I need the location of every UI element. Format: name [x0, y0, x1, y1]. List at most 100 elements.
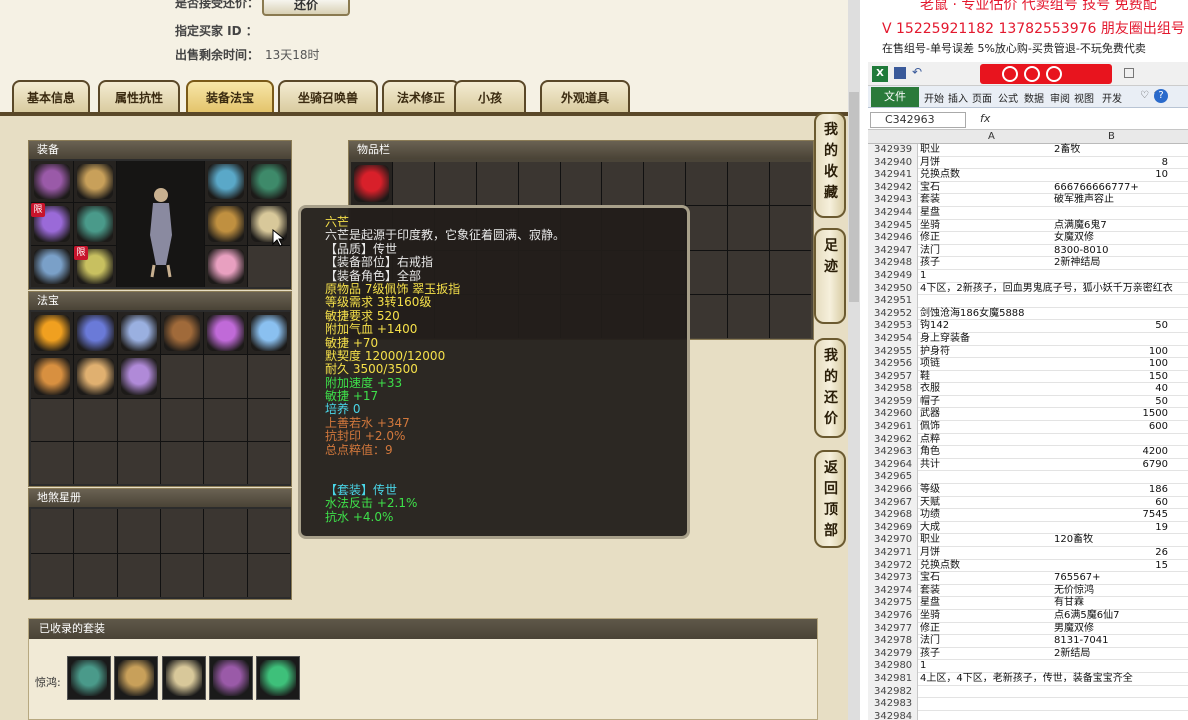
cell-a[interactable]: 修正: [920, 623, 1054, 636]
row-number[interactable]: 342945: [868, 219, 918, 233]
cell-a[interactable]: 天赋: [920, 497, 1054, 510]
save-icon[interactable]: [894, 67, 906, 79]
row-number[interactable]: 342975: [868, 597, 918, 610]
cell-b[interactable]: 4200: [1054, 446, 1168, 459]
ribbon-tab[interactable]: 页面: [972, 90, 992, 105]
cell-b[interactable]: 8131-7041: [1054, 635, 1168, 648]
side-nav-button-2[interactable]: 足迹: [814, 228, 846, 324]
treasure-slot[interactable]: [74, 355, 117, 398]
tab-2[interactable]: 属性抗性: [98, 80, 180, 113]
column-a-header[interactable]: A: [988, 131, 995, 142]
row-number[interactable]: 342940: [868, 156, 918, 170]
row-number[interactable]: 342960: [868, 408, 918, 422]
cell-a[interactable]: 护身符: [920, 346, 1054, 359]
tab-4[interactable]: 坐骑召唤兽: [278, 80, 378, 113]
cell-b[interactable]: 2畜牧: [1054, 144, 1168, 157]
suit-item[interactable]: [209, 656, 253, 700]
page-scrollbar[interactable]: [848, 0, 860, 720]
row-number[interactable]: 342969: [868, 521, 918, 535]
cell-a[interactable]: 大成: [920, 522, 1054, 535]
cell-a[interactable]: 衣服: [920, 383, 1054, 396]
cell-b[interactable]: 女魔双修: [1054, 232, 1168, 245]
row-number[interactable]: 342957: [868, 370, 918, 384]
cell-a[interactable]: 佩饰: [920, 421, 1054, 434]
row-number[interactable]: 342958: [868, 383, 918, 396]
ribbon-tab[interactable]: 插入: [948, 90, 968, 105]
cell-b[interactable]: 10: [1054, 169, 1168, 182]
row-number[interactable]: 342978: [868, 635, 918, 648]
suit-item[interactable]: [114, 656, 158, 700]
row-number[interactable]: 342955: [868, 345, 918, 359]
undo-icon[interactable]: ↶: [912, 65, 922, 79]
cell-b[interactable]: 点6满5魔6仙7: [1054, 610, 1168, 623]
cell-b[interactable]: 600: [1054, 421, 1168, 434]
tab-6[interactable]: 小孩: [454, 80, 526, 113]
row-number[interactable]: 342950: [868, 282, 918, 296]
row-number[interactable]: 342963: [868, 446, 918, 459]
row-number[interactable]: 342956: [868, 358, 918, 371]
restore-icon[interactable]: [1124, 68, 1134, 78]
treasure-slot[interactable]: [31, 312, 74, 355]
cell-a[interactable]: 星盘: [920, 207, 1054, 220]
inventory-slot[interactable]: [351, 162, 392, 206]
row-number[interactable]: 342954: [868, 332, 918, 346]
row-number[interactable]: 342952: [868, 307, 918, 321]
row-number[interactable]: 342942: [868, 181, 918, 195]
cell-a[interactable]: 功绩: [920, 509, 1054, 522]
cell-a[interactable]: 法门: [920, 245, 1054, 258]
row-number[interactable]: 342973: [868, 572, 918, 585]
row-number[interactable]: 342947: [868, 244, 918, 258]
suit-item[interactable]: [256, 656, 300, 700]
treasure-slot[interactable]: [204, 312, 247, 355]
cell-a[interactable]: 身上穿装备: [920, 333, 1054, 346]
treasure-slot[interactable]: [247, 312, 290, 355]
treasure-slot[interactable]: [117, 355, 160, 398]
cell-a[interactable]: 职业: [920, 144, 1054, 157]
ribbon-tab[interactable]: 公式: [998, 90, 1018, 105]
column-b-header[interactable]: B: [1108, 131, 1115, 142]
cell-a[interactable]: 角色: [920, 446, 1054, 459]
cell-b[interactable]: 2新结局: [1054, 648, 1168, 661]
ribbon-tab[interactable]: 数据: [1024, 90, 1044, 105]
row-number[interactable]: 342961: [868, 421, 918, 434]
cell-a[interactable]: 宝石: [920, 182, 1054, 195]
cell-b[interactable]: 1500: [1054, 408, 1168, 421]
row-number[interactable]: 342939: [868, 144, 918, 157]
ribbon-tab[interactable]: 视图: [1074, 90, 1094, 105]
cell-b[interactable]: 点满魔6鬼7: [1054, 220, 1168, 233]
cell-a[interactable]: 职业: [920, 534, 1054, 547]
equipment-slot[interactable]: [248, 161, 290, 203]
cell-b[interactable]: 6790: [1054, 459, 1168, 472]
row-number[interactable]: 342951: [868, 295, 918, 308]
cell-a[interactable]: 套装: [920, 194, 1054, 207]
cell-a[interactable]: 剑蚀沧海186女魔5888: [920, 308, 1054, 321]
cell-b[interactable]: 40: [1054, 383, 1168, 396]
cell-a[interactable]: 月饼: [920, 547, 1054, 560]
ribbon-tab[interactable]: 审阅: [1050, 90, 1070, 105]
equipment-slot[interactable]: [74, 203, 116, 245]
suit-item[interactable]: [162, 656, 206, 700]
cell-a[interactable]: 兑换点数: [920, 169, 1054, 182]
cell-b[interactable]: 有甘霖: [1054, 597, 1168, 610]
equipment-slot[interactable]: 限: [31, 203, 73, 245]
ribbon-tab[interactable]: 开始: [924, 90, 944, 105]
cell-b[interactable]: 150: [1054, 371, 1168, 384]
row-number[interactable]: 342983: [868, 698, 918, 711]
cell-a[interactable]: 鞋: [920, 371, 1054, 384]
cell-b[interactable]: 186: [1054, 484, 1168, 497]
cell-b[interactable]: 8300-8010: [1054, 245, 1168, 258]
cell-a[interactable]: 坐骑: [920, 610, 1054, 623]
cell-a[interactable]: 点粹: [920, 434, 1054, 447]
tab-5[interactable]: 法术修正: [382, 80, 460, 113]
row-number[interactable]: 342977: [868, 622, 918, 636]
equipment-slot[interactable]: [31, 161, 73, 203]
row-number[interactable]: 342974: [868, 584, 918, 598]
row-number[interactable]: 342980: [868, 660, 918, 673]
cell-b[interactable]: 50: [1054, 396, 1168, 409]
cell-a[interactable]: 钩142: [920, 320, 1054, 333]
equipment-slot[interactable]: 限: [74, 245, 116, 287]
cell-a[interactable]: 1: [920, 270, 1054, 283]
cell-a[interactable]: 法门: [920, 635, 1054, 648]
cell-b[interactable]: 120畜牧: [1054, 534, 1168, 547]
row-number[interactable]: 342965: [868, 471, 918, 485]
